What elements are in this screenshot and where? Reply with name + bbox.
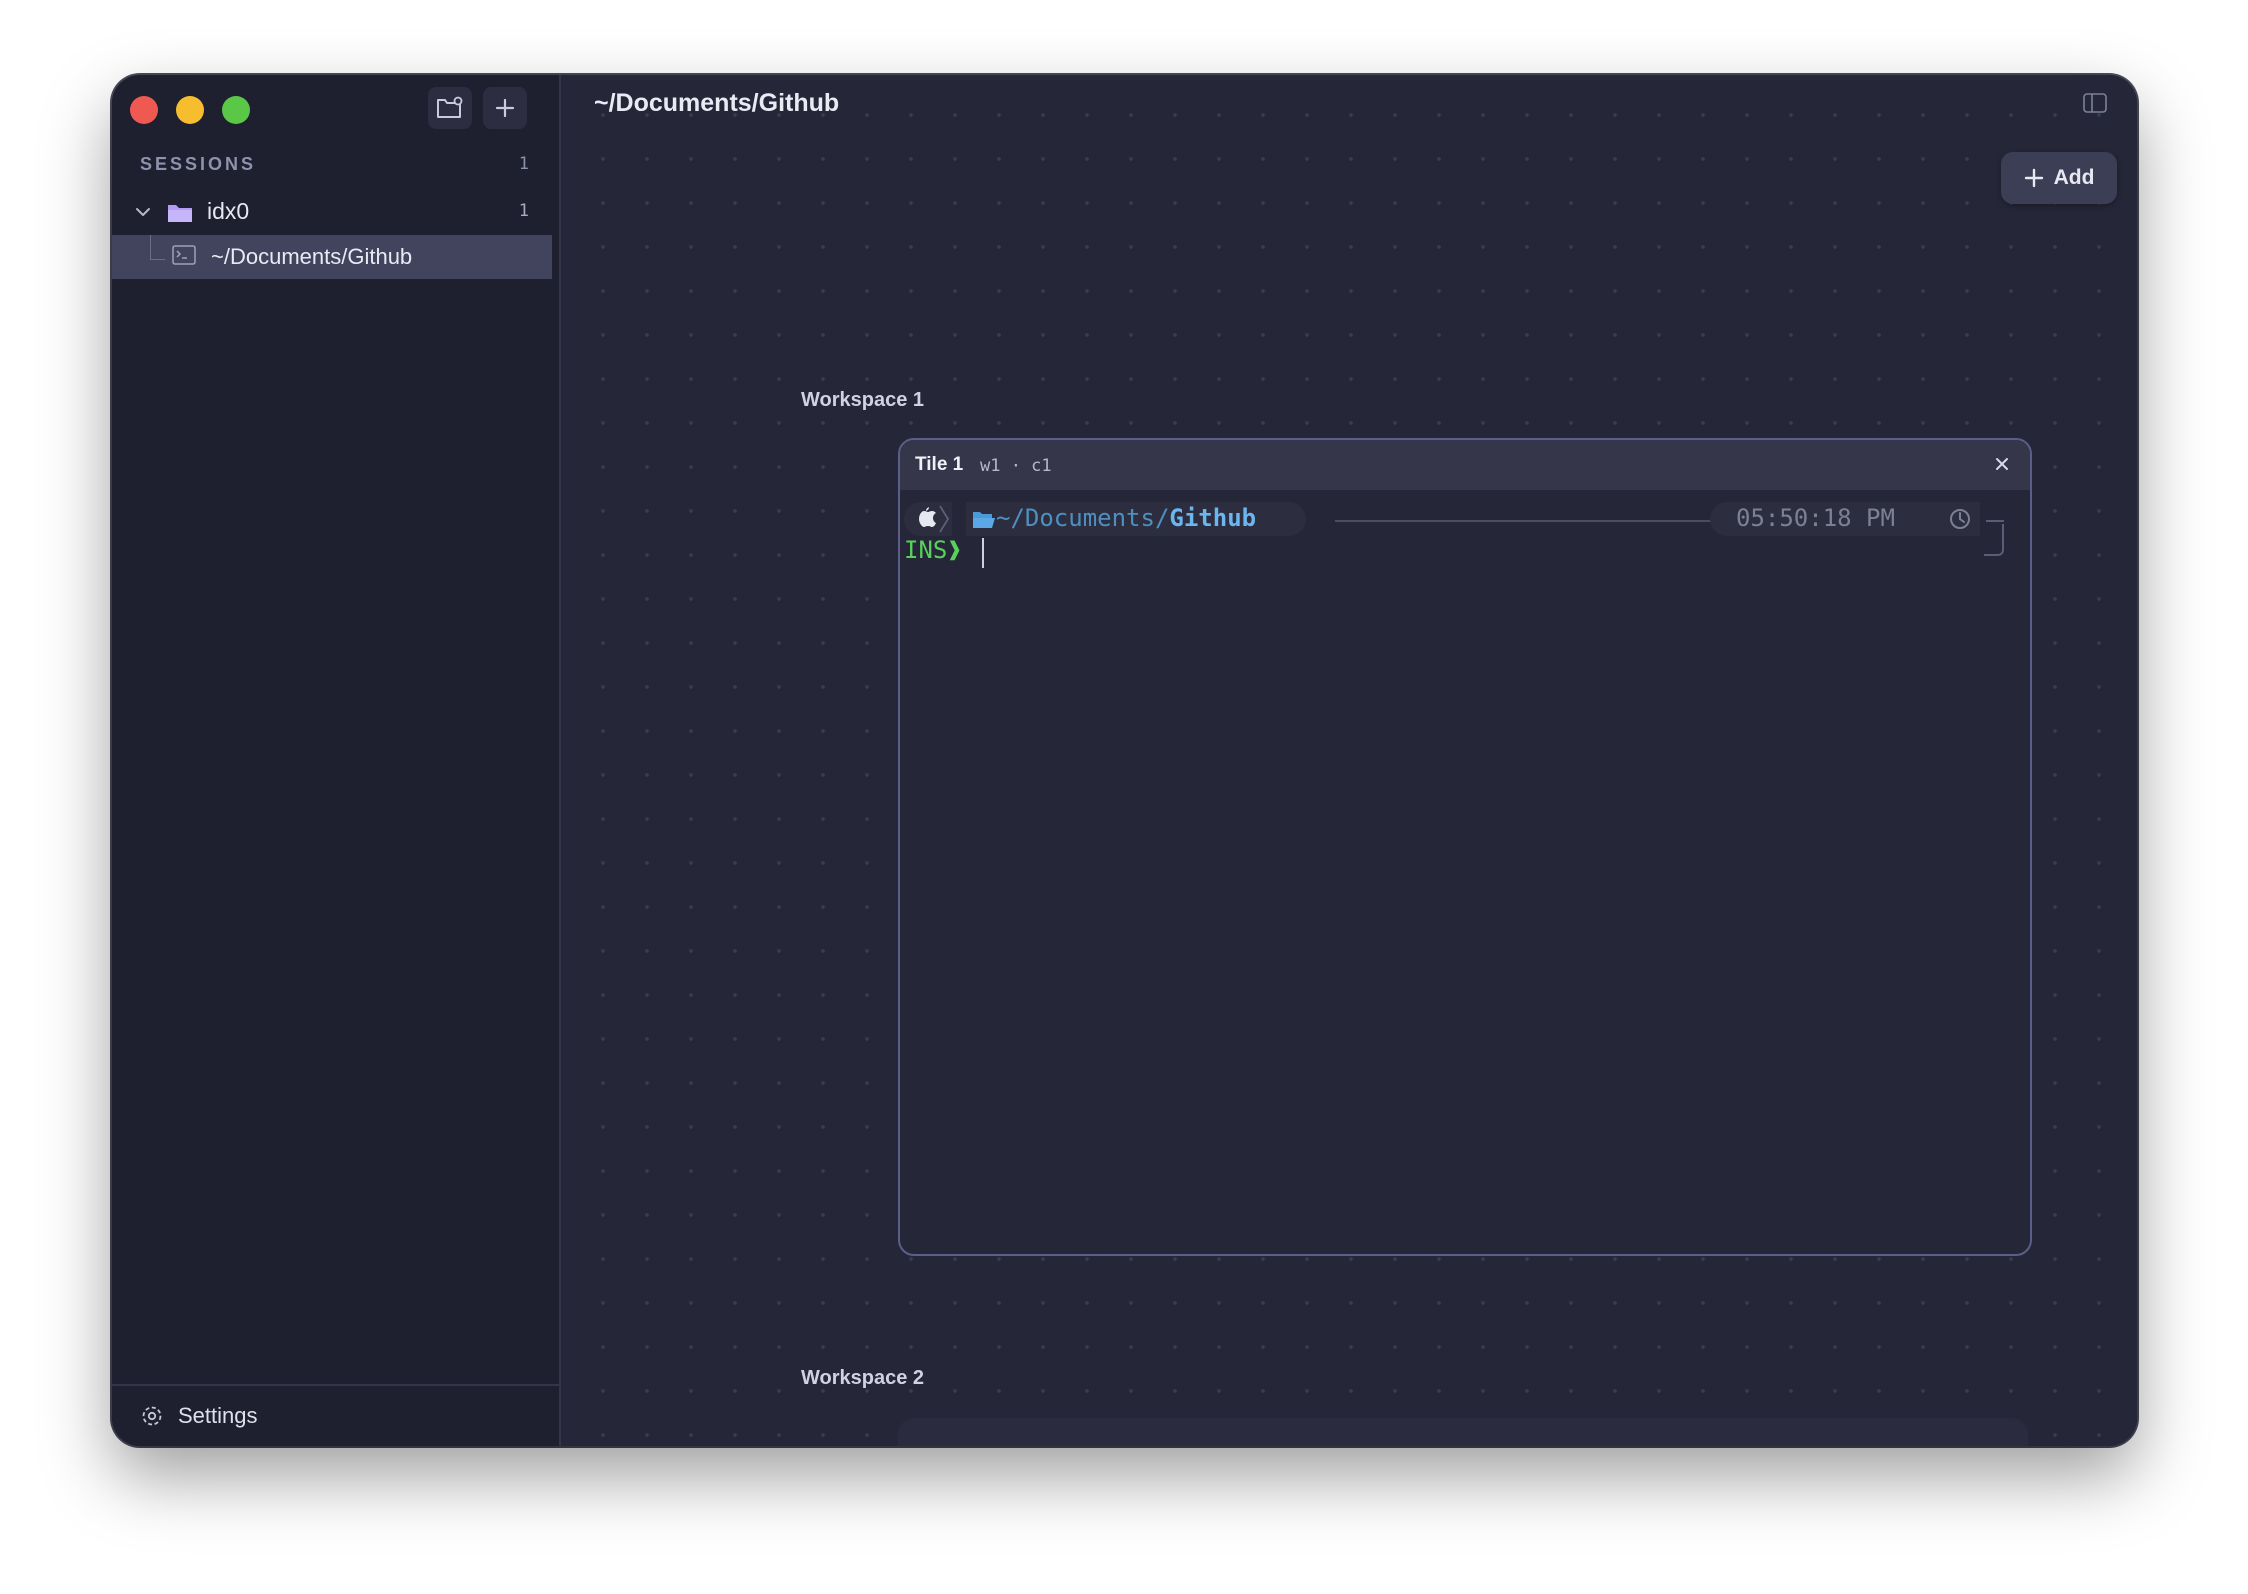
prompt-path-prefix: ~/Documents/ [996, 504, 1170, 532]
sessions-count: 1 [518, 154, 529, 174]
folder-icon [168, 205, 192, 222]
tile-header[interactable]: Tile 1 w1 · c1 [900, 440, 2030, 490]
window-minimize-button[interactable] [176, 96, 204, 124]
sidebar-toggle-icon[interactable] [2083, 93, 2107, 113]
app-window: SESSIONS 1 idx0 1 ~/Documents/Github Set… [112, 75, 2137, 1446]
plus-icon [495, 98, 515, 118]
prompt-filler-line [1335, 520, 1715, 522]
group-name: idx0 [207, 198, 250, 224]
add-button[interactable]: Add [2001, 152, 2117, 204]
prompt-path: ~/Documents/Github [996, 504, 1256, 532]
new-session-button[interactable] [483, 87, 527, 129]
session-item[interactable]: ~/Documents/Github [112, 235, 552, 279]
session-group-row[interactable]: idx0 1 [112, 193, 559, 233]
add-button-label: Add [2053, 166, 2095, 189]
prompt-line: ~/Documents/Github 05:50:18 PM [900, 502, 2030, 556]
workspace-label: Workspace 1 [801, 389, 925, 411]
page-title: ~/Documents/Github [594, 89, 840, 117]
session-label: ~/Documents/Github [211, 244, 413, 269]
prompt-bracket [1984, 524, 2004, 556]
clock-icon [1950, 509, 1970, 529]
prompt-time-segment: 05:50:18 PM [1710, 502, 1980, 536]
terminal-icon [172, 245, 196, 265]
sidebar: SESSIONS 1 idx0 1 ~/Documents/Github Set… [112, 75, 561, 1446]
plus-icon [2024, 168, 2043, 188]
sessions-header: SESSIONS 1 [140, 154, 529, 175]
prompt-os-segment [904, 502, 952, 536]
chevron-down-icon[interactable] [134, 203, 152, 221]
main-canvas: ~/Documents/Github Add Workspace 1 Tile … [561, 75, 2137, 1446]
sessions-title: SESSIONS [140, 154, 257, 174]
folder-settings-icon [437, 96, 463, 118]
prompt-bracket-top [1986, 520, 2004, 522]
prompt-time: 05:50:18 PM [1736, 504, 1895, 532]
close-icon[interactable] [1992, 454, 2012, 474]
terminal-cursor[interactable] [982, 538, 984, 568]
tile-meta: w1 · c1 [980, 456, 1052, 476]
window-close-button[interactable] [130, 96, 158, 124]
prompt-path-segment: ~/Documents/Github [966, 502, 1306, 536]
tree-connector [150, 235, 165, 260]
tile-title: Tile 1 [915, 454, 964, 475]
prompt-mode: INS❱ [904, 536, 962, 564]
window-maximize-button[interactable] [222, 96, 250, 124]
terminal-tile[interactable]: Tile 1 w1 · c1 ~/Documents/Github 05:50:… [898, 438, 2032, 1256]
settings-button[interactable]: Settings [178, 1403, 258, 1429]
gear-icon[interactable] [140, 1404, 164, 1428]
workspace-2-tile[interactable] [898, 1418, 2028, 1446]
group-count: 1 [518, 201, 529, 221]
prompt-path-current: Github [1169, 504, 1257, 532]
folder-open-icon [973, 512, 995, 528]
workspace-label: Workspace 2 [801, 1367, 925, 1389]
apple-icon [919, 505, 950, 533]
new-group-button[interactable] [428, 87, 472, 129]
sidebar-footer: Settings [112, 1384, 559, 1446]
